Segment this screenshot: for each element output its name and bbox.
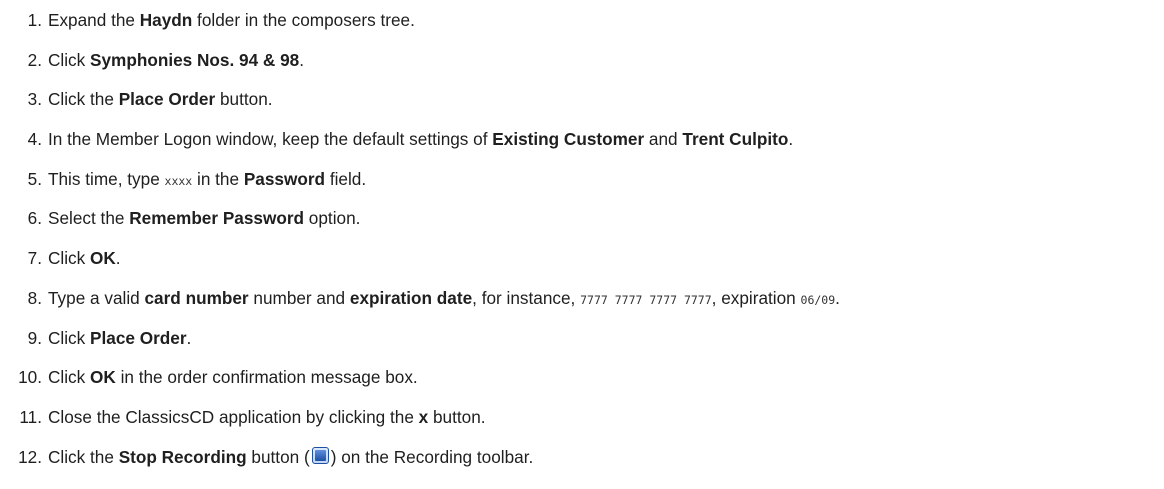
step-text: folder in the composers tree.	[192, 10, 415, 30]
option-name: Existing Customer	[492, 129, 645, 150]
step-text: and	[644, 129, 683, 150]
step-number: 5.	[27, 168, 42, 189]
step-number: 9.	[27, 327, 42, 348]
step-12: 12. Click the Stop Recording button ( ) on…	[0, 444, 1164, 484]
step-8: 8. Type a valid card number number and ex…	[0, 285, 1164, 325]
field-name: Password	[243, 168, 326, 189]
step-text: option.	[304, 208, 361, 229]
step-text: number and	[248, 287, 350, 308]
step-11: 11. Close the ClassicsCD application by c…	[0, 404, 1164, 444]
button-name: x	[418, 406, 429, 427]
step-text: .	[115, 248, 121, 269]
step-number: 3.	[27, 89, 42, 110]
step-text: Click	[48, 49, 91, 70]
step-3: 3. Click the Place Order button.	[0, 86, 1164, 126]
code-value: 7777 7777 7777 7777	[580, 292, 712, 307]
step-text: .	[186, 327, 192, 348]
step-1: 1. Expand the Haydn folder in the compose…	[0, 7, 1164, 47]
step-text: , expiration	[711, 287, 801, 308]
step-number: 11.	[19, 406, 42, 427]
step-number: 8.	[27, 287, 42, 308]
step-text: in the	[192, 168, 244, 189]
step-text: Type a valid	[48, 287, 145, 308]
button-name: OK	[90, 367, 116, 388]
step-text: button.	[428, 406, 486, 427]
button-name: Place Order	[118, 89, 216, 110]
step-5: 5. This time, type xxxx in the Password f…	[0, 166, 1164, 206]
album-name: Symphonies Nos. 94 & 98	[90, 49, 300, 70]
step-number: 12.	[18, 446, 42, 467]
step-text: .	[835, 287, 840, 308]
step-text: Click	[48, 367, 91, 388]
step-text: field.	[325, 168, 367, 189]
step-text: .	[788, 129, 794, 150]
step-number: 6.	[27, 208, 42, 229]
button-name: OK	[90, 248, 116, 269]
stop-recording-icon	[311, 446, 329, 464]
step-6: 6. Select the Remember Password option.	[0, 205, 1164, 245]
step-text: This time, type	[48, 168, 165, 189]
step-number: 10.	[18, 367, 42, 388]
step-2: 2. Click Symphonies Nos. 94 & 98.	[0, 47, 1164, 87]
code-value: 06/09	[800, 292, 836, 307]
step-4: 4. In the Member Logon window, keep the d…	[0, 126, 1164, 166]
instruction-steps: 1. Expand the Haydn folder in the compose…	[0, 0, 1164, 483]
step-text: button (	[246, 446, 310, 467]
step-text: Select the	[48, 208, 130, 229]
button-name: Stop Recording	[118, 446, 247, 467]
step-number: 4.	[27, 129, 42, 150]
code-value: xxxx	[164, 173, 193, 188]
step-text: In the Member Logon window, keep the def…	[48, 129, 493, 150]
step-text: in the order confirmation message box.	[115, 367, 418, 388]
step-text: , for instance,	[472, 287, 581, 308]
step-text: Close the ClassicsCD application by clic…	[48, 406, 419, 427]
step-number: 7.	[27, 248, 42, 269]
customer-name: Trent Culpito	[682, 129, 789, 150]
field-name: expiration date	[349, 287, 473, 308]
step-text: Click the	[48, 446, 119, 467]
step-text: Click	[48, 248, 91, 269]
step-9: 9. Click Place Order.	[0, 325, 1164, 365]
step-text: Click	[48, 327, 91, 348]
field-name: card number	[144, 287, 249, 308]
step-text: .	[299, 49, 304, 70]
option-name: Remember Password	[129, 208, 305, 229]
step-7: 7. Click OK.	[0, 245, 1164, 285]
step-number: 1.	[27, 10, 42, 30]
button-name: Place Order	[90, 327, 187, 348]
step-text: Expand the	[48, 10, 140, 30]
step-text: ) on the Recording toolbar.	[330, 446, 534, 467]
folder-name: Haydn	[139, 10, 193, 30]
step-10: 10. Click OK in the order confirmation me…	[0, 364, 1164, 404]
step-number: 2.	[27, 49, 42, 70]
step-text: button.	[215, 89, 273, 110]
step-text: Click the	[48, 89, 119, 110]
